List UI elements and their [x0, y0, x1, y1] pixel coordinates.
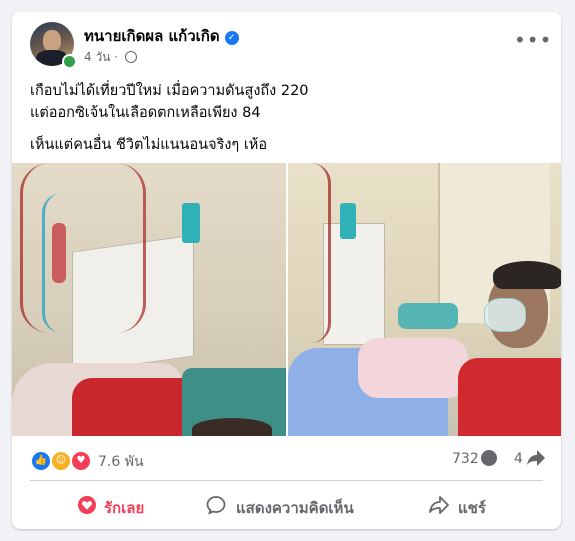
share-count-icon — [526, 449, 546, 471]
avatar-face — [43, 30, 61, 52]
love-button[interactable]: รักเลย — [72, 486, 192, 522]
comment-button-label[interactable]: แสดงความคิดเห็น — [236, 496, 354, 520]
post-text-line-3: เห็นแต่คนอื่น ชีวิตไม่แนนอนจริงๆ เห้อ — [30, 137, 268, 153]
action-divider — [30, 480, 543, 481]
more-horizontal-icon[interactable]: ••• — [514, 30, 551, 52]
post-text-line-1: เกือบไม่ได้เที่ยวปีใหม่ เมื่อความดันสูงถ… — [30, 83, 309, 99]
comment-count-icon — [480, 449, 498, 471]
care-reaction-icon[interactable]: ☺ — [50, 450, 72, 472]
globe-icon[interactable] — [124, 51, 137, 63]
comment-bubble-icon — [206, 496, 226, 515]
share-count[interactable]: 4 — [514, 451, 523, 467]
share-button[interactable]: แชร์ — [426, 486, 516, 522]
comment-count[interactable]: 732 — [452, 451, 479, 467]
post-meta: 4 วัน · — [84, 48, 137, 67]
post-header: ทนายเกิดผล แก้วเกิด ✓ 4 วัน · ••• — [12, 12, 561, 72]
post-photo-1[interactable] — [12, 163, 286, 436]
post-text-line-2: แต่ออกซิเจ้นในเลือดตกเหลือเพียง 84 — [30, 105, 261, 121]
meta-separator: · — [114, 50, 119, 64]
post-time[interactable]: 4 วัน — [84, 50, 110, 64]
post-card: ทนายเกิดผล แก้วเกิด ✓ 4 วัน · ••• เกือบไม… — [12, 12, 561, 529]
verified-badge-icon: ✓ — [224, 31, 239, 45]
post-photos — [12, 163, 561, 436]
online-status-icon — [62, 54, 77, 69]
comment-button[interactable]: แสดงความคิดเห็น — [204, 486, 384, 522]
post-photo-2[interactable] — [288, 163, 561, 436]
love-button-label[interactable]: รักเลย — [104, 496, 144, 520]
share-button-label[interactable]: แชร์ — [458, 496, 486, 520]
reaction-count[interactable]: 7.6 พัน — [98, 451, 144, 473]
post-stats: 👍 ☺ ♥ 7.6 พัน 732 4 — [12, 436, 561, 476]
like-reaction-icon[interactable]: 👍 — [30, 450, 52, 472]
share-arrow-icon — [429, 496, 449, 514]
author-name[interactable]: ทนายเกิดผล แก้วเกิด ✓ — [84, 24, 239, 48]
love-action-icon — [78, 496, 96, 514]
author-name-text[interactable]: ทนายเกิดผล แก้วเกิด — [84, 27, 220, 45]
love-reaction-icon[interactable]: ♥ — [70, 450, 92, 472]
